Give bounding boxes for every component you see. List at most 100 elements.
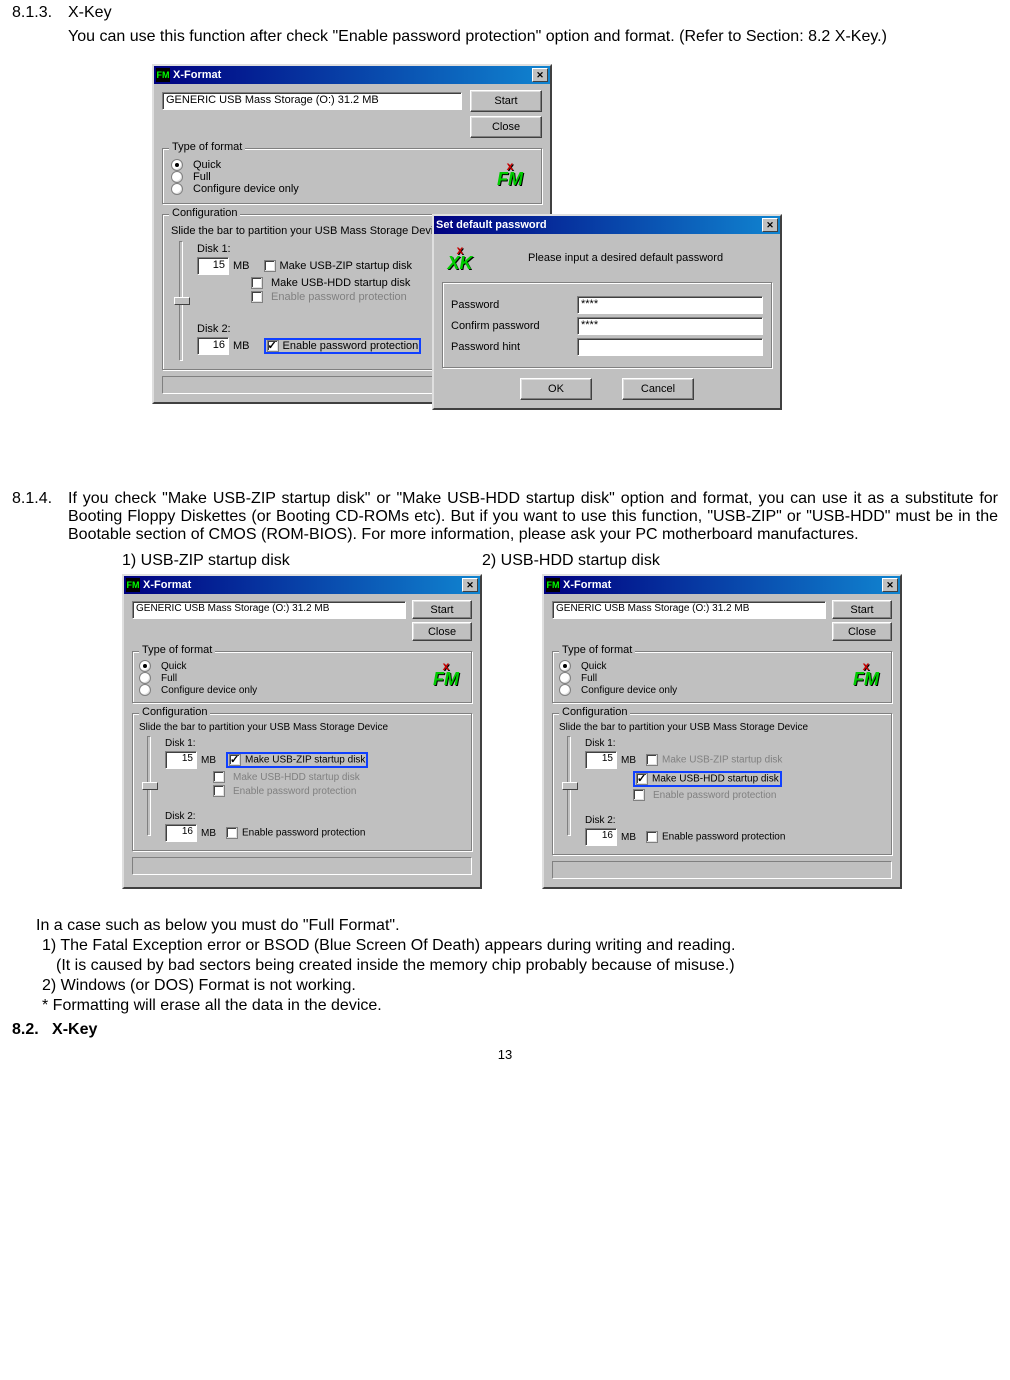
check-pw-2[interactable] [226,827,238,839]
caption-zip: 1) USB-ZIP startup disk [12,552,442,570]
label-pw-disabled: Enable password protection [653,790,776,801]
section-body-814: If you check "Make USB-ZIP startup disk"… [68,490,998,544]
full-format-intro: In a case such as below you must do "Ful… [36,917,998,935]
app-icon: FM [126,578,140,592]
section-number-82: 8.2. [12,1021,39,1038]
disk2-label: Disk 2: [197,323,231,335]
config-legend: Configuration [169,207,240,219]
start-button[interactable]: Start [412,600,472,619]
close-button[interactable]: Close [470,116,542,138]
full-format-1-note: (It is caused by bad sectors being creat… [36,957,998,975]
radio-quick[interactable] [139,660,151,672]
app-icon: FM [546,578,560,592]
label-full: Full [581,673,597,684]
disk1-value[interactable]: 15 [165,751,197,769]
close-button[interactable]: Close [412,622,472,641]
label-hint: Password hint [451,341,571,353]
caption-hdd: 2) USB-HDD startup disk [442,552,998,570]
type-legend: Type of format [139,644,215,656]
type-legend: Type of format [559,644,635,656]
disk1-value[interactable]: 15 [197,257,229,275]
label-pw-disabled-1: Enable password protection [271,291,407,303]
label-full: Full [193,171,211,183]
check-zip[interactable] [229,754,241,766]
partition-slider[interactable] [179,241,183,361]
check-pw[interactable] [267,340,279,352]
partition-slider[interactable] [147,736,151,836]
close-icon[interactable]: ✕ [462,578,478,592]
config-legend: Configuration [559,706,630,718]
section-body-813: You can use this function after check "E… [68,28,998,46]
radio-quick[interactable] [559,660,571,672]
radio-quick[interactable] [171,159,183,171]
disk2-label: Disk 2: [585,815,616,826]
radio-configure[interactable] [559,684,571,696]
label-quick: Quick [161,661,187,672]
label-pw: Enable password protection [283,340,419,352]
label-quick: Quick [581,661,607,672]
section-number-813: 8.1.3. [12,4,68,22]
partition-slider[interactable] [567,736,571,836]
status-bar [132,857,472,875]
check-hdd-disabled [213,771,225,783]
status-bar [552,861,892,879]
check-pw-2[interactable] [646,831,658,843]
disk2-value[interactable]: 16 [165,824,197,842]
radio-full[interactable] [139,672,151,684]
password-dialog-title: Set default password [436,219,547,231]
close-icon[interactable]: ✕ [532,68,548,82]
label-pw-disabled: Enable password protection [233,786,356,797]
label-hdd: Make USB-HDD startup disk [233,772,360,783]
xformat-dialog-hdd: FM X-Format ✕ GENERIC USB Mass Storage (… [542,574,902,889]
device-field: GENERIC USB Mass Storage (O:) 31.2 MB [552,601,826,619]
label-pw-2: Enable password protection [242,828,365,839]
type-of-format-group: Type of format Quick Full Configure devi… [162,148,542,204]
disk2-value[interactable]: 16 [197,337,229,355]
section-title-82: X-Key [52,1021,97,1038]
mb-label-2: MB [233,340,250,352]
radio-full[interactable] [559,672,571,684]
cancel-button[interactable]: Cancel [622,378,694,400]
mb-label-2: MB [201,828,216,839]
label-zip: Make USB-ZIP startup disk [245,755,365,766]
password-instruction: Please input a desired default password [528,252,723,264]
section-number-814: 8.1.4. [12,490,68,544]
ok-button[interactable]: OK [520,378,592,400]
mb-label-1: MB [621,755,636,766]
close-button[interactable]: Close [832,622,892,641]
close-icon[interactable]: ✕ [762,218,778,232]
xformat-title: X-Format [143,579,191,591]
xformat-dialog-zip: FM X-Format ✕ GENERIC USB Mass Storage (… [122,574,482,889]
disk2-value[interactable]: 16 [585,828,617,846]
disk1-value[interactable]: 15 [585,751,617,769]
input-password[interactable]: **** [577,296,763,314]
radio-full[interactable] [171,171,183,183]
full-format-1: 1) The Fatal Exception error or BSOD (Bl… [36,937,998,955]
check-hdd[interactable] [636,773,648,785]
check-zip-disabled [646,754,658,766]
input-confirm[interactable]: **** [577,317,763,335]
start-button[interactable]: Start [832,600,892,619]
config-legend: Configuration [139,706,210,718]
label-configure: Configure device only [161,685,257,696]
xformat-title: X-Format [563,579,611,591]
label-hdd: Make USB-HDD startup disk [652,774,779,785]
config-instruction: Slide the bar to partition your USB Mass… [139,722,465,733]
start-button[interactable]: Start [470,90,542,112]
input-hint[interactable] [577,338,763,356]
password-dialog: Set default password ✕ x XK Please input… [432,214,782,410]
check-zip[interactable] [264,260,276,272]
check-pw-disabled [213,785,225,797]
radio-configure[interactable] [139,684,151,696]
label-zip: Make USB-ZIP startup disk [662,755,782,766]
check-pw-disabled-1 [251,291,263,303]
radio-configure[interactable] [171,183,183,195]
close-icon[interactable]: ✕ [882,578,898,592]
label-password: Password [451,299,571,311]
app-icon: FM [156,68,170,82]
label-configure: Configure device only [581,685,677,696]
config-instruction: Slide the bar to partition your USB Mass… [559,722,885,733]
check-hdd[interactable] [251,277,263,289]
section-title-813: X-Key [68,4,998,22]
full-format-2: 2) Windows (or DOS) Format is not workin… [36,977,998,995]
